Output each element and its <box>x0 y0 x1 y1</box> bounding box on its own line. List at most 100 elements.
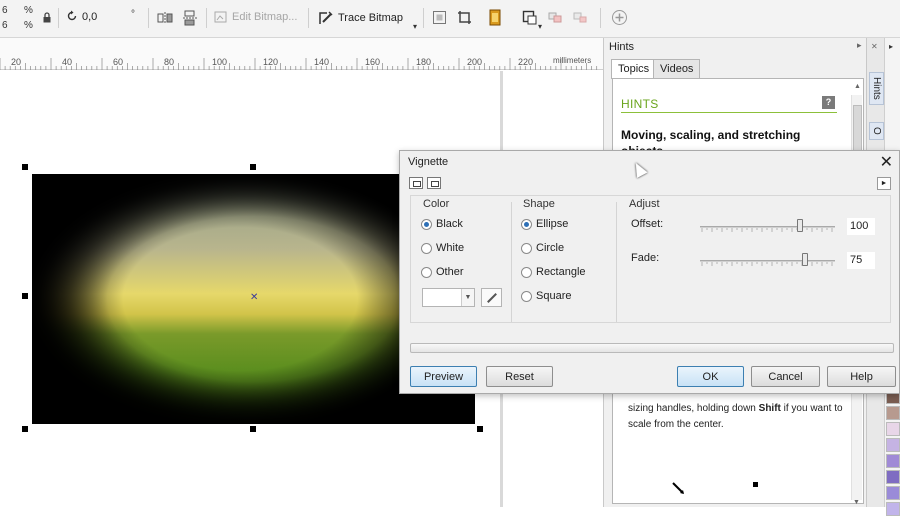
resample-icon[interactable] <box>432 10 447 25</box>
color-swatch[interactable] <box>886 502 900 516</box>
fade-label: Fade: <box>631 252 660 264</box>
expand-preview-icon[interactable]: ► <box>877 177 891 190</box>
radio-label: Black <box>436 218 463 230</box>
outline-icon[interactable] <box>522 10 537 25</box>
fade-slider[interactable] <box>700 253 835 266</box>
add-icon[interactable] <box>611 9 628 26</box>
ruler-tick-label: 120 <box>263 57 279 67</box>
close-icon[interactable]: ✕ <box>880 152 893 172</box>
outline-dropdown-icon[interactable]: ▾ <box>538 21 542 32</box>
help-button[interactable]: Help <box>827 366 896 387</box>
ruler-tick-label: 220 <box>518 57 534 67</box>
selection-handle-bottom-right[interactable] <box>477 426 483 432</box>
color-swatch[interactable] <box>886 438 900 452</box>
offset-value-input[interactable]: 100 <box>847 218 875 235</box>
reset-button[interactable]: Reset <box>486 366 553 387</box>
slider-ticks <box>701 262 833 266</box>
color-swatch[interactable] <box>886 454 900 468</box>
docker-tab-objects[interactable]: O <box>869 122 884 140</box>
lock-ratio-icon[interactable] <box>42 12 52 23</box>
percent-symbol-width: % <box>24 5 33 16</box>
docker-close-icon[interactable]: ✕ <box>871 42 878 51</box>
radio-label: Other <box>436 266 464 278</box>
help-icon[interactable]: ? <box>822 96 835 109</box>
ruler-tick-label: 140 <box>314 57 330 67</box>
shape-ellipse-radio[interactable]: Ellipse <box>521 218 568 230</box>
vignette-dialog: Vignette ✕ ► Color Black White Other ▼ S… <box>399 150 900 394</box>
rotation-angle-input[interactable]: 0,0 <box>82 8 126 26</box>
hints-divider <box>621 112 837 113</box>
adjust-group-title: Adjust <box>629 198 660 210</box>
link-icon[interactable] <box>548 10 562 24</box>
trace-bitmap-dropdown-icon[interactable]: ▾ <box>413 21 417 32</box>
group-divider <box>511 202 512 322</box>
ruler-tick-label: 100 <box>212 57 228 67</box>
tab-videos[interactable]: Videos <box>653 59 701 78</box>
selection-handle-top-left[interactable] <box>22 164 28 170</box>
color-other-radio[interactable]: Other <box>421 266 464 278</box>
horizontal-ruler[interactable]: 20 40 60 80 100 120 140 160 180 200 220 … <box>0 38 603 70</box>
fade-slider-thumb[interactable] <box>802 253 809 266</box>
ruler-tick-label: 20 <box>11 57 22 67</box>
color-swatch[interactable] <box>886 470 900 484</box>
hints-topic-text: sizing handles, holding down Shift if yo… <box>628 401 843 433</box>
shape-square-radio[interactable]: Square <box>521 290 571 302</box>
mirror-vertical-icon[interactable] <box>182 10 198 26</box>
color-white-radio[interactable]: White <box>421 242 464 254</box>
color-picker-dropdown[interactable]: ▼ <box>422 288 475 307</box>
edit-bitmap-button[interactable]: Edit Bitmap... <box>214 10 297 24</box>
chevron-down-icon: ▼ <box>461 289 474 306</box>
color-swatch[interactable] <box>886 422 900 436</box>
offset-slider-thumb[interactable] <box>796 219 803 232</box>
tab-topics[interactable]: Topics <box>611 59 657 79</box>
selection-handle-left[interactable] <box>22 293 28 299</box>
docker-collapse-icon[interactable]: ▸ <box>857 40 862 51</box>
selection-handle-bottom-left[interactable] <box>22 426 28 432</box>
radio-indicator <box>521 290 532 302</box>
edit-bitmap-label: Edit Bitmap... <box>232 11 298 23</box>
offset-slider[interactable] <box>700 219 835 232</box>
palette-scroll-icon[interactable]: ▸ <box>889 42 893 51</box>
ok-button[interactable]: OK <box>677 366 744 387</box>
hints-heading: HINTS <box>621 97 659 111</box>
radio-indicator <box>421 242 432 254</box>
color-swatch[interactable] <box>886 486 900 500</box>
mirror-horizontal-icon[interactable] <box>157 10 173 26</box>
radio-indicator <box>521 242 532 254</box>
selection-handle-top[interactable] <box>250 164 256 170</box>
shape-rectangle-radio[interactable]: Rectangle <box>521 266 586 278</box>
fade-value-input[interactable]: 75 <box>847 252 875 269</box>
trace-bitmap-button[interactable]: Trace Bitmap <box>318 10 403 26</box>
preview-single-view-icon[interactable] <box>427 177 441 189</box>
hints-panel-title: Hints <box>609 41 635 53</box>
break-link-icon[interactable] <box>573 10 587 24</box>
docker-tab-hints[interactable]: Hints <box>869 72 884 105</box>
preview-button[interactable]: Preview <box>410 366 477 387</box>
scroll-up-icon[interactable]: ▲ <box>854 83 861 90</box>
hints-text-part: sizing handles, holding down <box>628 403 759 414</box>
hints-text-bold: Shift <box>758 403 781 414</box>
shape-circle-radio[interactable]: Circle <box>521 242 564 254</box>
radio-indicator <box>421 266 432 278</box>
ruler-tick-label: 200 <box>467 57 483 67</box>
ruler-tick-label: 40 <box>62 57 73 67</box>
color-black-radio[interactable]: Black <box>421 218 463 230</box>
cancel-button[interactable]: Cancel <box>751 366 820 387</box>
preview-split-view-icon[interactable] <box>409 177 423 189</box>
bitmap-color-mask-icon[interactable] <box>488 9 502 26</box>
scale-width-value[interactable]: 6 <box>2 5 8 16</box>
selection-handle-bottom[interactable] <box>250 426 256 432</box>
crop-bitmap-icon[interactable] <box>457 10 472 25</box>
slider-ticks <box>701 228 833 232</box>
scroll-down-icon[interactable]: ▼ <box>853 499 860 506</box>
radio-indicator <box>521 266 532 278</box>
eyedropper-icon[interactable] <box>481 288 502 307</box>
rotation-center-icon[interactable]: ✕ <box>250 293 258 303</box>
scale-height-value[interactable]: 6 <box>2 20 8 31</box>
radio-label: White <box>436 242 465 254</box>
color-swatch[interactable] <box>886 406 900 420</box>
percent-symbol-height: % <box>24 20 33 31</box>
shape-group-title: Shape <box>523 198 555 210</box>
ruler-tick-label: 80 <box>164 57 175 67</box>
edit-bitmap-icon <box>214 11 227 23</box>
